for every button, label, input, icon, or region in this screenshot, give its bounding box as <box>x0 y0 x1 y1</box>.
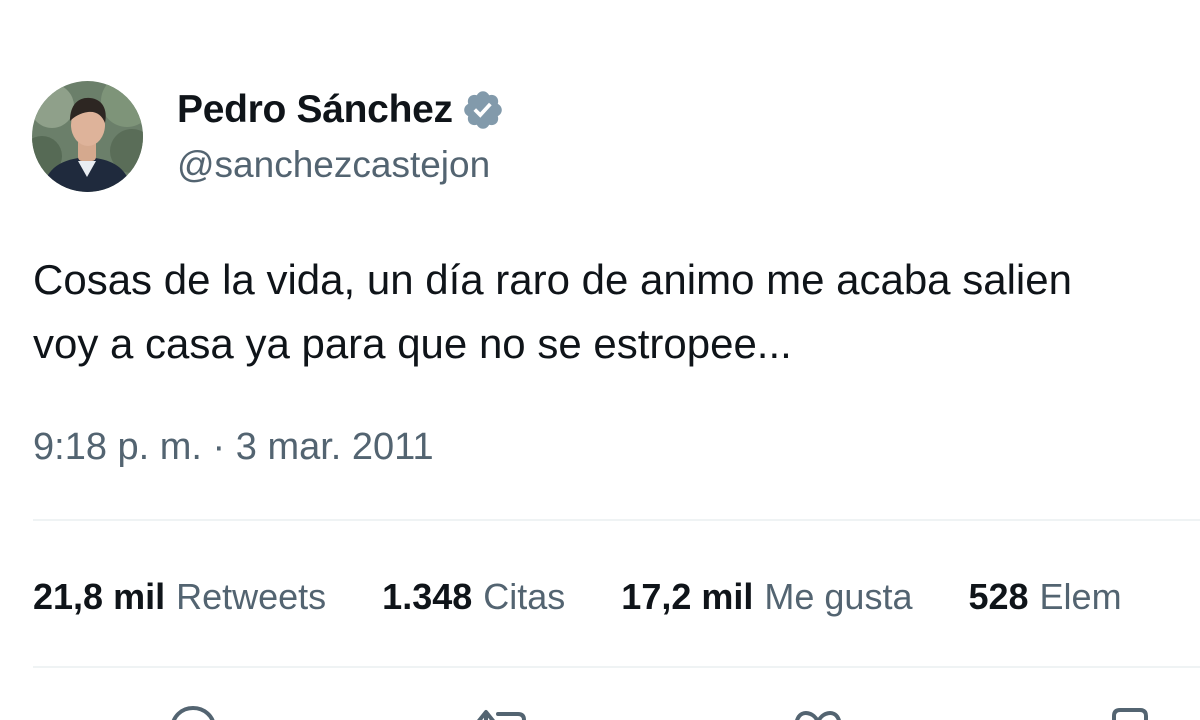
tweet-detail-view: Pedro Sánchez @sanchezcastejon Cosas de … <box>0 0 1200 720</box>
tweet-text-line: voy a casa ya para que no se estropee... <box>33 320 792 367</box>
divider <box>33 519 1200 521</box>
retweets-label: Retweets <box>176 576 327 617</box>
tweet-actions-bar <box>0 696 1200 720</box>
author-display-name[interactable]: Pedro Sánchez <box>177 88 453 132</box>
author-name-row: Pedro Sánchez <box>177 86 505 134</box>
bookmark-icon[interactable] <box>1108 704 1152 720</box>
retweet-icon[interactable] <box>472 704 532 720</box>
divider <box>33 666 1200 668</box>
retweets-count: 21,8 mil <box>33 576 166 617</box>
quotes-label: Citas <box>483 576 566 617</box>
reply-icon[interactable] <box>166 704 220 720</box>
bookmarks-label: Elem <box>1039 576 1122 617</box>
engagement-stats: 21,8 mil Retweets 1.348 Citas 17,2 mil M… <box>33 572 1178 622</box>
retweets-stat[interactable]: 21,8 mil Retweets <box>33 576 326 618</box>
likes-stat[interactable]: 17,2 mil Me gusta <box>621 576 912 618</box>
bookmarks-stat[interactable]: 528 Elem <box>968 576 1121 618</box>
likes-count: 17,2 mil <box>621 576 754 617</box>
avatar[interactable] <box>32 81 143 192</box>
likes-label: Me gusta <box>764 576 913 617</box>
bookmarks-count: 528 <box>968 576 1029 617</box>
tweet-text-line: Cosas de la vida, un día raro de animo m… <box>33 256 1072 303</box>
author-handle[interactable]: @sanchezcastejon <box>177 141 490 189</box>
like-icon[interactable] <box>790 704 846 720</box>
quotes-count: 1.348 <box>382 576 473 617</box>
verified-badge-icon[interactable] <box>461 88 505 132</box>
tweet-timestamp[interactable]: 9:18 p. m. · 3 mar. 2011 <box>33 422 434 472</box>
quotes-stat[interactable]: 1.348 Citas <box>382 576 565 618</box>
tweet-text: Cosas de la vida, un día raro de animo m… <box>33 248 1200 376</box>
avatar-photo <box>32 81 143 192</box>
